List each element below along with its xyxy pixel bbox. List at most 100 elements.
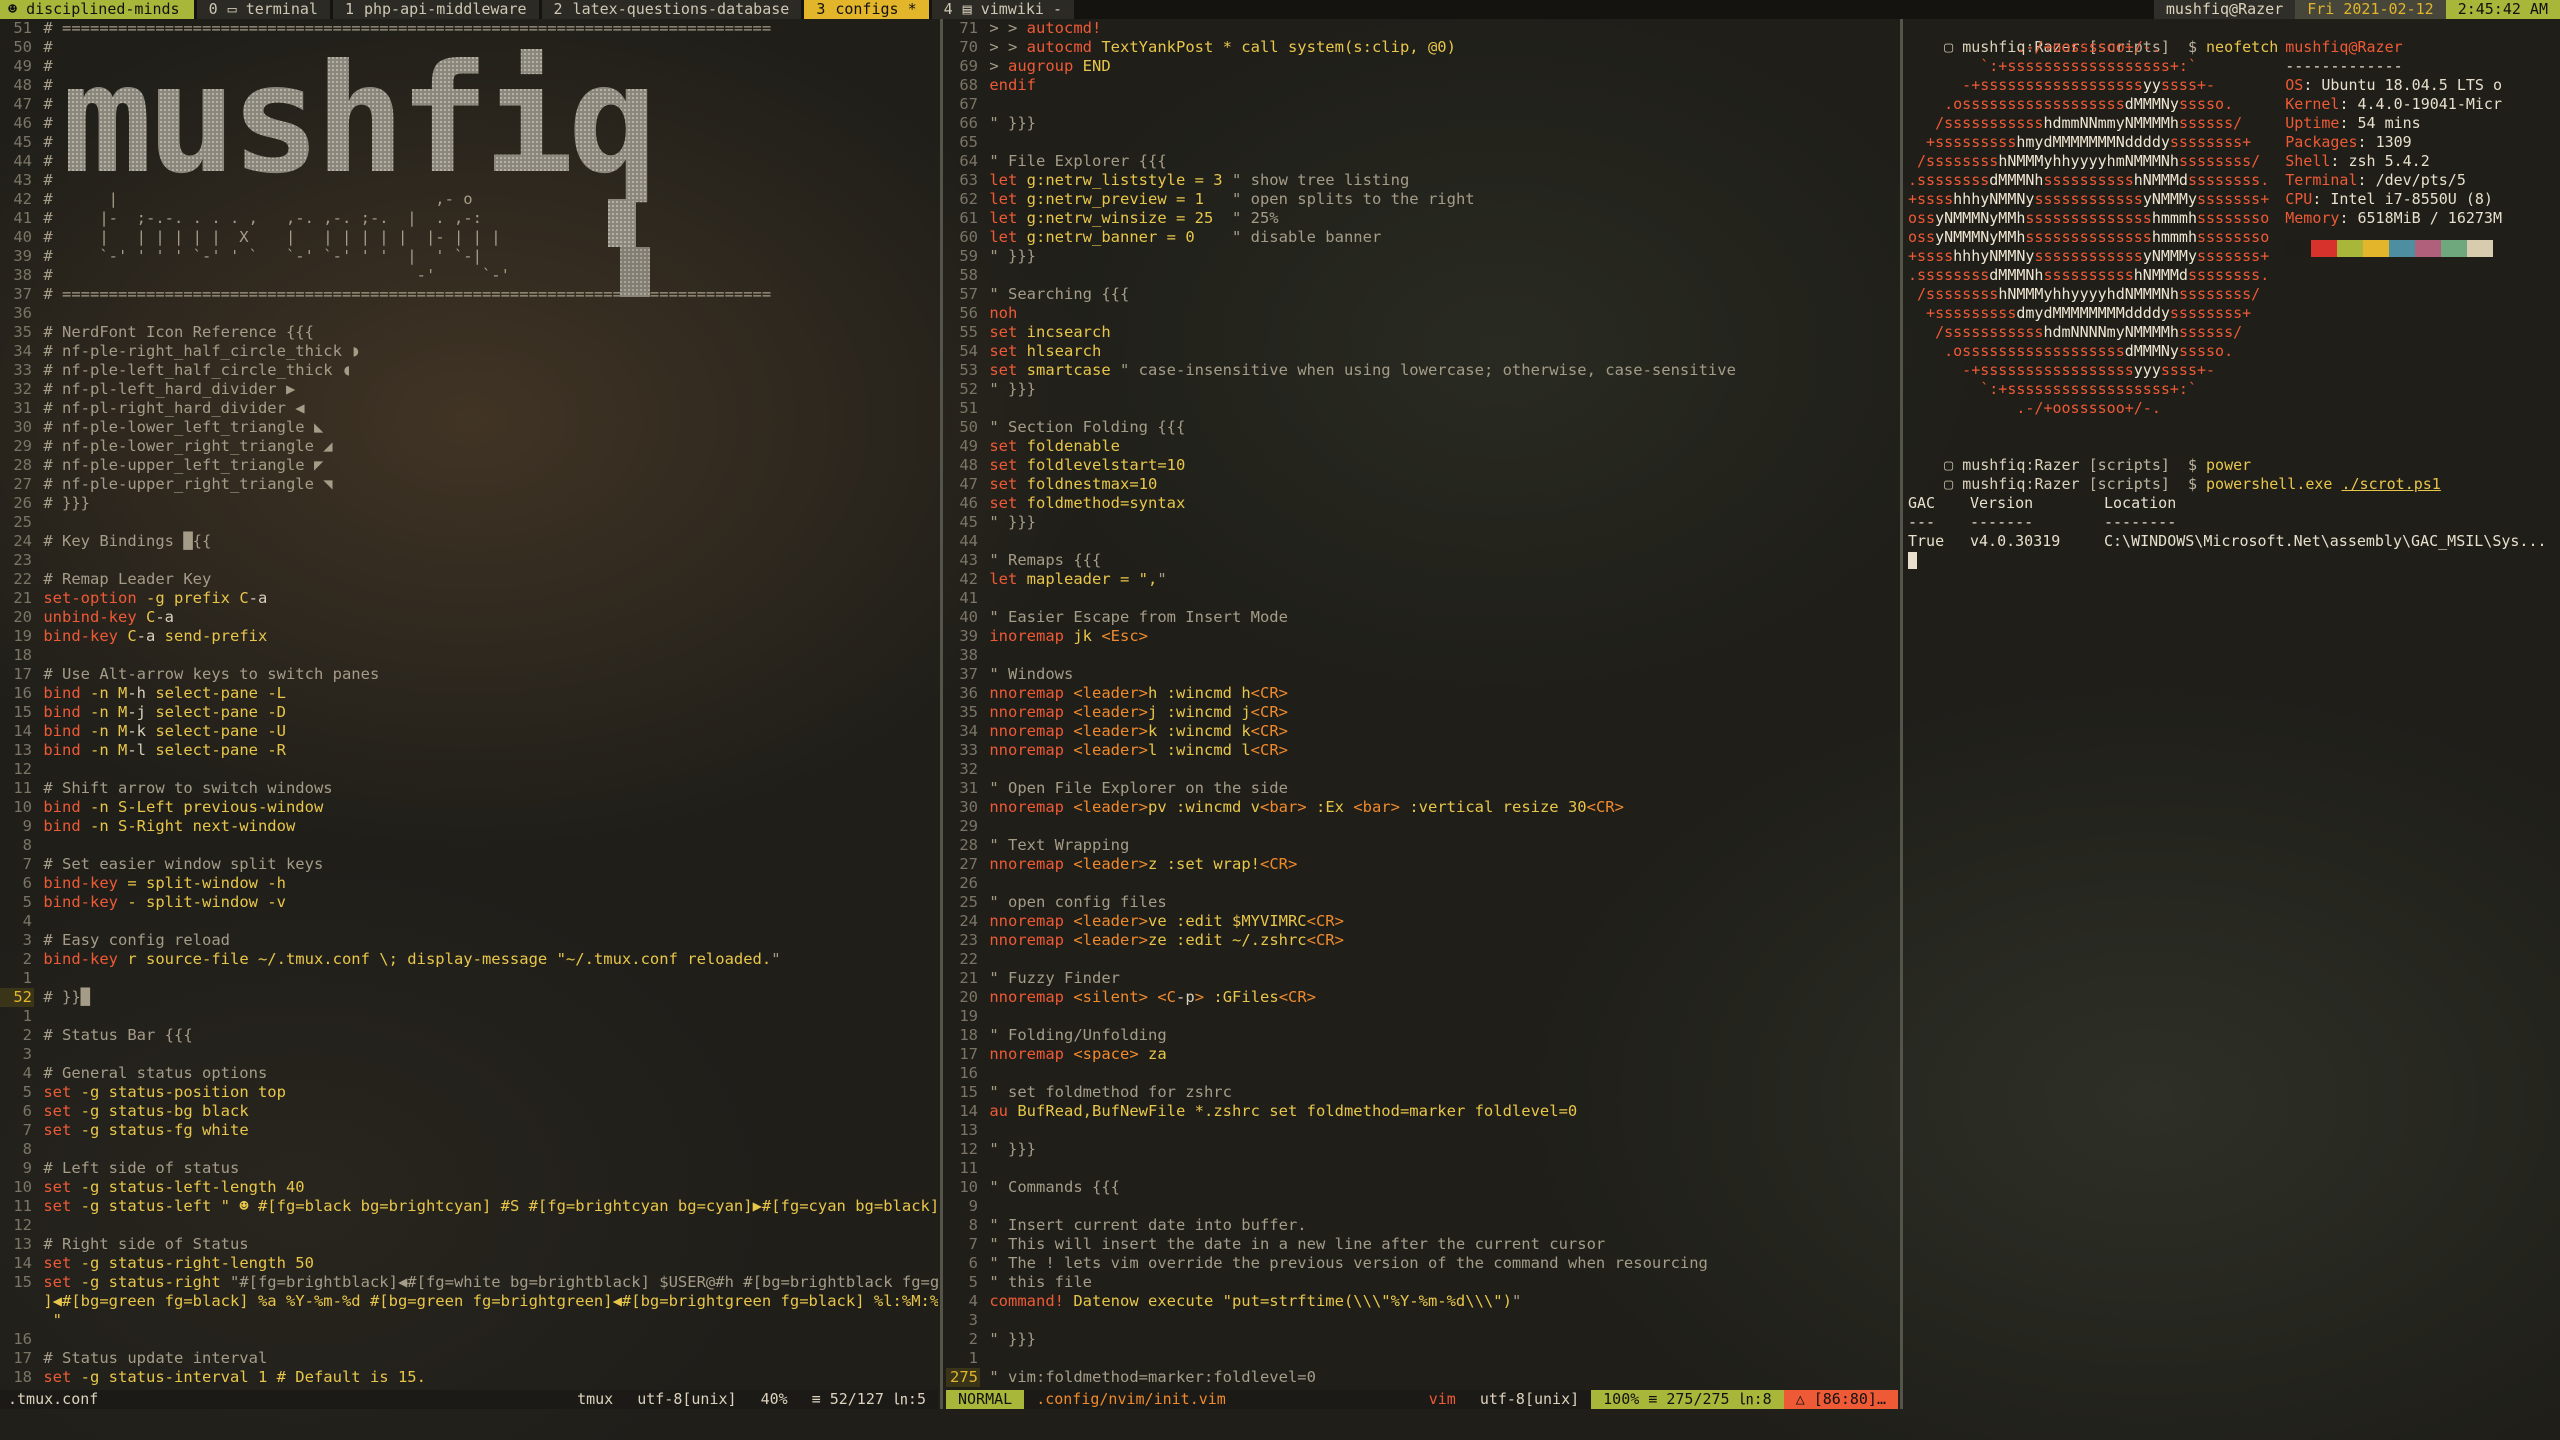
code-line[interactable]: 4 (0, 912, 938, 931)
pane-divider[interactable] (1900, 19, 1903, 1409)
code-line[interactable]: 14 set -g status-right-length 50 (0, 1254, 938, 1273)
code-line[interactable]: 65 (946, 133, 1898, 152)
code-line[interactable]: 62 let g:netrw_preview = 1 " open splits… (946, 190, 1898, 209)
tmux-window-tab[interactable]: 4 ▤ vimwiki - (931, 0, 1074, 19)
code-line[interactable]: 3 (946, 1311, 1898, 1330)
code-line[interactable]: 33 nnoremap <leader>l :wincmd l<CR> (946, 741, 1898, 760)
code-line[interactable]: 25 " open config files (946, 893, 1898, 912)
code-line[interactable]: 66 " }}} (946, 114, 1898, 133)
code-line[interactable]: 34 # nf-ple-right_half_circle_thick ◗ (0, 342, 938, 361)
code-line[interactable]: 10 set -g status-left-length 40 (0, 1178, 938, 1197)
code-line[interactable]: 18 (0, 646, 938, 665)
code-line[interactable]: 52 " }}} (946, 380, 1898, 399)
code-line[interactable]: 64 " File Explorer {{{ (946, 152, 1898, 171)
code-line[interactable]: 27 nnoremap <leader>z :set wrap!<CR> (946, 855, 1898, 874)
code-line[interactable]: 34 nnoremap <leader>k :wincmd k<CR> (946, 722, 1898, 741)
code-line[interactable]: 11 (946, 1159, 1898, 1178)
code-line[interactable]: 58 (946, 266, 1898, 285)
code-line[interactable]: 6 set -g status-bg black (0, 1102, 938, 1121)
code-line[interactable]: 2 bind-key r source-file ~/.tmux.conf \;… (0, 950, 938, 969)
code-line[interactable]: 52 # }}█ (0, 988, 938, 1007)
code-line[interactable]: 55 set incsearch (946, 323, 1898, 342)
code-line[interactable]: 4 command! Datenow execute "put=strftime… (946, 1292, 1898, 1311)
code-line[interactable]: 68 endif (946, 76, 1898, 95)
code-line[interactable]: 26 # }}} (0, 494, 938, 513)
code-line[interactable]: 47 set foldnestmax=10 (946, 475, 1898, 494)
tmux-window-tab[interactable]: 3 configs * (804, 0, 929, 19)
tmux-window-tab[interactable]: 0 ▭ terminal (196, 0, 330, 19)
tmux-window-tab[interactable]: 1 php-api-middleware (332, 0, 539, 19)
code-line[interactable]: 15 " set foldmethod for zshrc (946, 1083, 1898, 1102)
code-line[interactable]: 9 (946, 1197, 1898, 1216)
code-line[interactable]: 13 # Right side of Status (0, 1235, 938, 1254)
code-line[interactable]: 1 (0, 1007, 938, 1026)
code-line[interactable]: 8 " Insert current date into buffer. (946, 1216, 1898, 1235)
code-line[interactable]: 21 " Fuzzy Finder (946, 969, 1898, 988)
code-line[interactable]: 21 set-option -g prefix C-a (0, 589, 938, 608)
code-line[interactable]: 42 let mapleader = "," (946, 570, 1898, 589)
code-line[interactable]: 30 # nf-ple-lower_left_triangle ◣ (0, 418, 938, 437)
code-line[interactable]: 29 (946, 817, 1898, 836)
code-line[interactable]: 37 " Windows (946, 665, 1898, 684)
tmux-session-name[interactable]: ☻ disciplined-minds (0, 0, 194, 19)
code-line[interactable]: 54 set hlsearch (946, 342, 1898, 361)
code-line[interactable]: 22 # Remap Leader Key (0, 570, 938, 589)
code-line[interactable]: 29 # nf-ple-lower_right_triangle ◢ (0, 437, 938, 456)
code-line[interactable]: 59 " }}} (946, 247, 1898, 266)
code-line[interactable]: 38 (946, 646, 1898, 665)
code-line[interactable]: 32 (946, 760, 1898, 779)
code-line[interactable]: 13 bind -n M-l select-pane -R (0, 741, 938, 760)
code-line[interactable]: 14 bind -n M-k select-pane -U (0, 722, 938, 741)
code-line[interactable]: 23 nnoremap <leader>ze :edit ~/.zshrc<CR… (946, 931, 1898, 950)
code-line[interactable]: 27 # nf-ple-upper_right_triangle ◥ (0, 475, 938, 494)
code-line[interactable]: 14 au BufRead,BufNewFile *.zshrc set fol… (946, 1102, 1898, 1121)
code-line[interactable]: 1 (946, 1349, 1898, 1368)
code-line[interactable]: 5 set -g status-position top (0, 1083, 938, 1102)
code-line[interactable]: 15 bind -n M-j select-pane -D (0, 703, 938, 722)
code-line[interactable]: 53 set smartcase " case-insensitive when… (946, 361, 1898, 380)
code-line[interactable]: 4 # General status options (0, 1064, 938, 1083)
code-line[interactable]: 12 (0, 1216, 938, 1235)
code-line[interactable]: 20 nnoremap <silent> <C-p> :GFiles<CR> (946, 988, 1898, 1007)
code-line[interactable]: 7 " This will insert the date in a new l… (946, 1235, 1898, 1254)
code-line[interactable]: 3 # Easy config reload (0, 931, 938, 950)
code-line[interactable]: 71 > > autocmd! (946, 19, 1898, 38)
code-line[interactable]: 16 (0, 1330, 938, 1349)
middle-code-lines[interactable]: 71 > > autocmd! 70 > > autocmd TextYankPo… (946, 19, 1898, 1387)
code-line[interactable]: 10 " Commands {{{ (946, 1178, 1898, 1197)
code-line[interactable]: 50 " Section Folding {{{ (946, 418, 1898, 437)
left-editor-pane[interactable]: 51 # ===================================… (0, 19, 938, 1409)
code-line[interactable]: 46 set foldmethod=syntax (946, 494, 1898, 513)
code-line[interactable]: 28 # nf-ple-upper_left_triangle ◤ (0, 456, 938, 475)
code-line[interactable]: 7 # Set easier window split keys (0, 855, 938, 874)
code-line[interactable]: 19 (946, 1007, 1898, 1026)
code-line[interactable]: 5 " this file (946, 1273, 1898, 1292)
code-line[interactable]: 12 (0, 760, 938, 779)
code-line[interactable]: 16 (946, 1064, 1898, 1083)
code-line[interactable]: 40 " Easier Escape from Insert Mode (946, 608, 1898, 627)
code-line[interactable]: 8 (0, 836, 938, 855)
code-line[interactable]: 70 > > autocmd TextYankPost * call syste… (946, 38, 1898, 57)
code-line[interactable]: 5 bind-key - split-window -v (0, 893, 938, 912)
code-line[interactable]: 45 " }}} (946, 513, 1898, 532)
code-line[interactable]: 18 " Folding/Unfolding (946, 1026, 1898, 1045)
code-line[interactable]: 7 set -g status-fg white (0, 1121, 938, 1140)
code-line[interactable]: 49 set foldenable (946, 437, 1898, 456)
code-line[interactable]: 275 " vim:foldmethod=marker:foldlevel=0 (946, 1368, 1898, 1387)
middle-editor-pane[interactable]: 71 > > autocmd! 70 > > autocmd TextYankPo… (946, 19, 1898, 1409)
code-line[interactable]: 23 (0, 551, 938, 570)
code-line[interactable]: 26 (946, 874, 1898, 893)
code-line[interactable]: 8 (0, 1140, 938, 1159)
code-line[interactable]: 17 nnoremap <space> za (946, 1045, 1898, 1064)
code-line[interactable]: 19 bind-key C-a send-prefix (0, 627, 938, 646)
code-line[interactable]: 61 let g:netrw_winsize = 25 " 25% (946, 209, 1898, 228)
code-line[interactable]: 25 (0, 513, 938, 532)
code-line[interactable]: 30 nnoremap <leader>pv :wincmd v<bar> :E… (946, 798, 1898, 817)
code-line[interactable]: 15 set -g status-right "#[fg=brightblack… (0, 1273, 938, 1292)
code-line[interactable]: 1 (0, 969, 938, 988)
code-line[interactable]: 18 set -g status-interval 1 # Default is… (0, 1368, 938, 1387)
code-line[interactable]: 6 bind-key = split-window -h (0, 874, 938, 893)
code-line[interactable]: 16 bind -n M-h select-pane -L (0, 684, 938, 703)
code-line[interactable]: 56 noh (946, 304, 1898, 323)
code-line[interactable]: 39 inoremap jk <Esc> (946, 627, 1898, 646)
